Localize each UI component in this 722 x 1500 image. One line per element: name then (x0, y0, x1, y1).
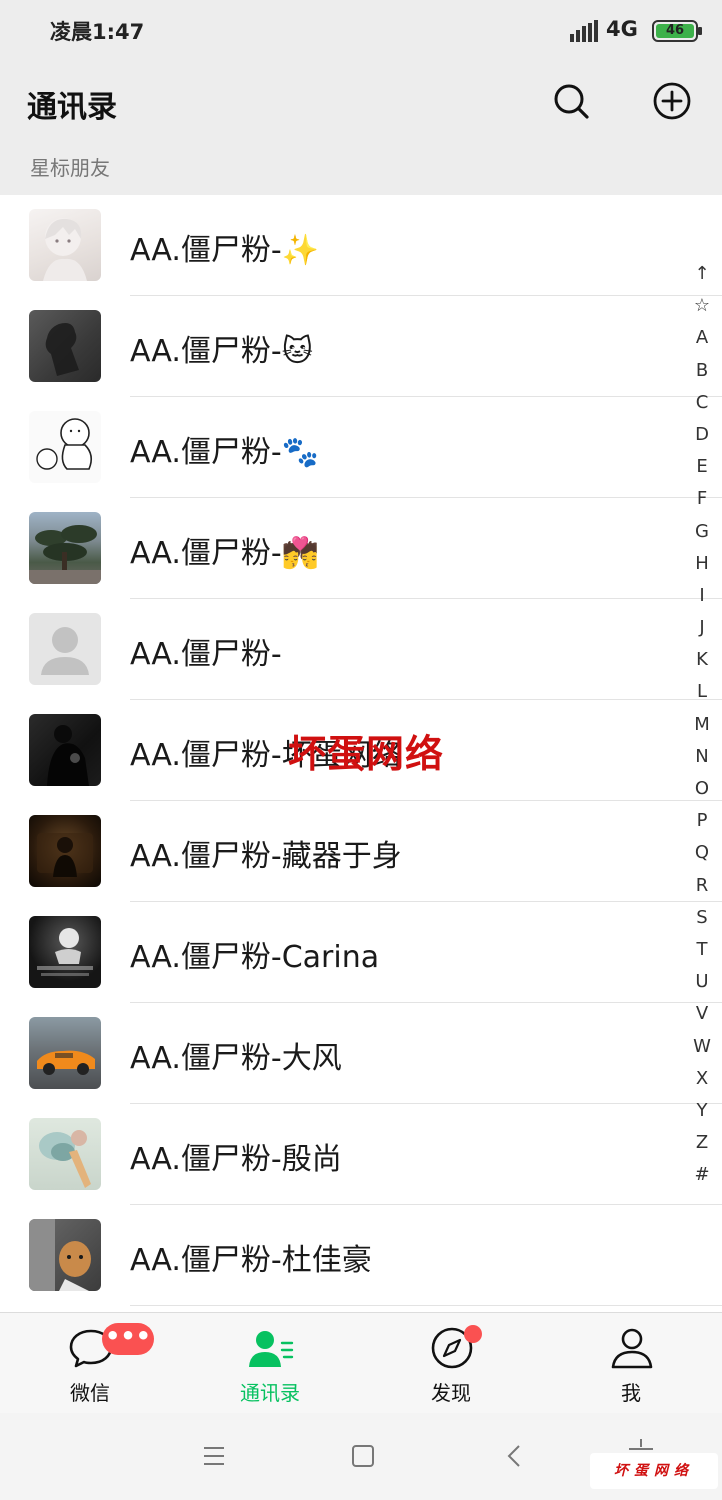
status-time: 凌晨1:47 (50, 20, 145, 44)
contact-name: AA.僵尸粉-💏 (130, 536, 320, 571)
home-icon[interactable] (343, 1441, 383, 1471)
contact-name: AA.僵尸粉-殷尚 (130, 1142, 342, 1177)
index-letter[interactable]: N (684, 741, 720, 773)
status-bar: 凌晨1:47 4G 46 (0, 0, 722, 62)
bottom-tab-bar: 微信 ••• 通讯录 发现 我 (0, 1312, 722, 1413)
tab-discover[interactable]: 发现 (361, 1313, 541, 1414)
index-letter[interactable]: D (684, 419, 720, 451)
index-letter[interactable]: E (684, 451, 720, 483)
avatar (29, 1219, 101, 1291)
avatar (29, 815, 101, 887)
index-letter[interactable]: # (684, 1159, 720, 1191)
index-letter[interactable]: H (684, 548, 720, 580)
battery-level: 46 (665, 23, 685, 38)
network-type: 4G (606, 17, 638, 41)
person-icon (611, 1328, 653, 1369)
index-letter[interactable]: K (684, 644, 720, 676)
index-letter[interactable]: F (684, 483, 720, 515)
avatar (29, 714, 101, 786)
index-letter[interactable]: C (684, 387, 720, 419)
avatar (29, 209, 101, 281)
index-letter[interactable]: L (684, 676, 720, 708)
unread-badge: ••• (102, 1323, 154, 1355)
index-letter[interactable]: X (684, 1063, 720, 1095)
index-letter[interactable]: P (684, 805, 720, 837)
tab-label: 微信 (70, 1381, 110, 1405)
watermark-text: 坏蛋网络 (288, 732, 445, 776)
tab-chats[interactable]: 微信 (0, 1313, 180, 1414)
index-letter[interactable]: M (684, 709, 720, 741)
contacts-icon (249, 1331, 294, 1367)
avatar (29, 613, 101, 685)
avatar (29, 310, 101, 382)
contact-name: AA.僵尸粉-✨ (130, 233, 320, 268)
page-title: 通讯录 (27, 90, 117, 125)
back-icon[interactable] (495, 1441, 535, 1471)
avatar (29, 411, 101, 483)
contact-row[interactable]: AA.僵尸粉-大风 (0, 1003, 722, 1104)
tab-contacts[interactable]: 通讯录 (180, 1313, 360, 1414)
search-icon[interactable] (550, 80, 592, 122)
index-letter[interactable]: S (684, 902, 720, 934)
header: 通讯录 (0, 62, 722, 144)
index-letter[interactable]: Z (684, 1127, 720, 1159)
contact-name: AA.僵尸粉-大风 (130, 1041, 342, 1076)
index-letter[interactable]: V (684, 998, 720, 1030)
index-letter[interactable]: Q (684, 837, 720, 869)
contact-name: AA.僵尸粉- (130, 637, 282, 672)
contact-name: AA.僵尸粉-藏器于身 (130, 839, 402, 874)
contact-row[interactable]: AA.僵尸粉-藏器于身 (0, 801, 722, 902)
contact-name: AA.僵尸粉-Carina (130, 940, 380, 975)
index-letter[interactable]: I (684, 580, 720, 612)
avatar (29, 1017, 101, 1089)
contact-row[interactable]: AA.僵尸粉-💏 (0, 498, 722, 599)
index-letter[interactable]: J (684, 612, 720, 644)
tab-me[interactable]: 我 (541, 1313, 721, 1414)
starred-section-title: 星标朋友 (30, 156, 110, 180)
battery-icon: 46 (652, 20, 702, 42)
contact-name: AA.僵尸粉-杜佳豪 (130, 1243, 372, 1278)
index-letter[interactable]: A (684, 322, 720, 354)
tab-label: 发现 (431, 1381, 471, 1405)
contact-row[interactable]: AA.僵尸粉-✨ (0, 195, 722, 296)
index-letter[interactable]: W (684, 1031, 720, 1063)
index-letter[interactable]: G (684, 516, 720, 548)
index-letter[interactable]: O (684, 773, 720, 805)
contact-row[interactable]: AA.僵尸粉-🐾 (0, 397, 722, 498)
index-letter[interactable]: B (684, 355, 720, 387)
index-letter[interactable]: ↑ (684, 258, 720, 290)
contact-row[interactable]: AA.僵尸粉-杜佳豪 (0, 1205, 722, 1306)
system-nav-bar: 坏蛋网络 (0, 1413, 722, 1500)
index-letter[interactable]: ☆ (684, 290, 720, 322)
signal-icon (570, 20, 598, 42)
brand-watermark: 坏蛋网络 (590, 1453, 718, 1489)
index-letter[interactable]: U (684, 966, 720, 998)
avatar (29, 916, 101, 988)
menu-icon[interactable] (194, 1441, 234, 1471)
contact-row[interactable]: AA.僵尸粉- (0, 599, 722, 700)
contact-row[interactable]: AA.僵尸粉-🐱 (0, 296, 722, 397)
contact-name: AA.僵尸粉-🐾 (130, 435, 320, 470)
index-letter[interactable]: R (684, 870, 720, 902)
contact-row[interactable]: AA.僵尸粉-殷尚 (0, 1104, 722, 1205)
add-circle-icon[interactable] (651, 80, 693, 122)
contact-name: AA.僵尸粉-🐱 (130, 334, 313, 369)
avatar (29, 1118, 101, 1190)
index-letter[interactable]: T (684, 934, 720, 966)
contact-row[interactable]: AA.僵尸粉-Carina (0, 902, 722, 1003)
tab-label: 通讯录 (240, 1381, 300, 1405)
tab-label: 我 (621, 1381, 641, 1405)
avatar (29, 512, 101, 584)
index-letter[interactable]: Y (684, 1095, 720, 1127)
discover-dot-badge (464, 1325, 482, 1343)
alphabet-index[interactable]: ↑ ☆ A B C D E F G H I J K L M N O P Q R S T U V W X Y Z # (684, 258, 720, 1191)
